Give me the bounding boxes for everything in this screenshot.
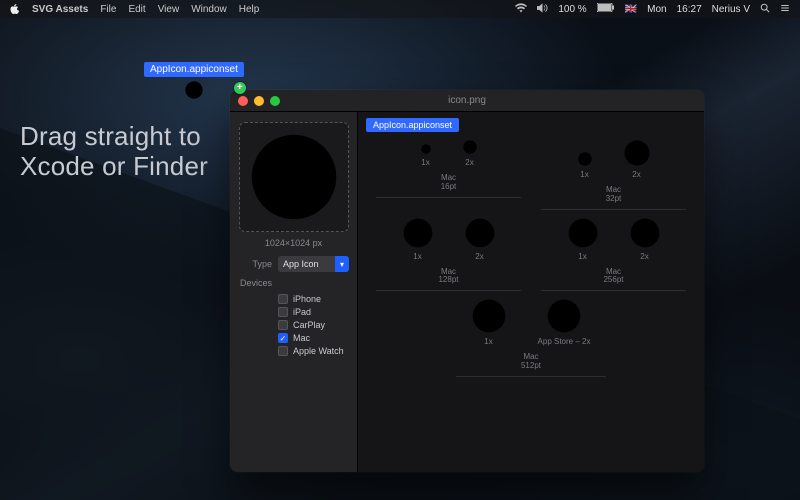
slot-mac-16-2x[interactable]: 2x [463, 140, 477, 167]
checkbox-icon[interactable] [278, 346, 288, 356]
notification-center-icon[interactable] [780, 3, 790, 16]
slot-mac-32-2x[interactable]: 2x [624, 140, 650, 179]
group-mac-512pt: Mac512pt [456, 350, 606, 377]
battery-text[interactable]: 100 % [558, 4, 586, 15]
type-select[interactable]: App Icon [278, 256, 349, 272]
device-ipad[interactable]: iPad [278, 307, 349, 317]
slot-mac-128-2x[interactable]: 2x [465, 218, 495, 261]
checkbox-icon[interactable] [278, 294, 288, 304]
marketing-headline: Drag straight to Xcode or Finder [20, 122, 208, 182]
plus-badge-icon [234, 82, 246, 94]
headline-line-2: Xcode or Finder [20, 152, 208, 182]
group-mac-32pt: Mac32pt [541, 183, 686, 210]
user-name[interactable]: Nerius V [712, 4, 750, 15]
spotlight-icon[interactable] [760, 3, 770, 16]
slot-mac-16-1x[interactable]: 1x [421, 144, 431, 167]
slot-mac-256-2x[interactable]: 2x [630, 218, 660, 261]
device-applewatch[interactable]: Apple Watch [278, 346, 349, 356]
slot-mac-512-1x[interactable]: 1x [472, 299, 506, 346]
menubar-file[interactable]: File [100, 4, 116, 15]
menubar-view[interactable]: View [158, 4, 180, 15]
clock-day[interactable]: Mon [647, 4, 666, 15]
slot-mac-128-1x[interactable]: 1x [403, 218, 433, 261]
device-list: iPhone iPad CarPlay Mac Apple Watch [278, 294, 349, 356]
inspector-sidebar: 1024×1024 px Type App Icon Devices iPhon… [230, 112, 358, 472]
drag-ghost-label: AppIcon.appiconset [144, 62, 244, 77]
traffic-lights[interactable] [238, 96, 280, 106]
checkbox-icon[interactable] [278, 333, 288, 343]
flag-icon[interactable]: 🇬🇧 [625, 4, 637, 15]
chevron-down-icon [335, 256, 349, 272]
slot-mac-32-1x[interactable]: 1x [578, 152, 592, 179]
group-mac-16pt: Mac16pt [376, 171, 521, 198]
checkbox-icon[interactable] [278, 320, 288, 330]
icon-grid: AppIcon.appiconset 1x 2x Mac16pt [358, 112, 704, 472]
app-window: icon.png 1024×1024 px Type App Icon Devi… [230, 90, 704, 472]
menubar-help[interactable]: Help [239, 4, 260, 15]
preview-size-label: 1024×1024 px [238, 238, 349, 248]
group-mac-256pt: Mac256pt [541, 265, 686, 292]
type-label: Type [238, 259, 272, 269]
menu-bar: SVG Assets File Edit View Window Help 10… [0, 0, 800, 18]
clock-time[interactable]: 16:27 [677, 4, 702, 15]
file-tab[interactable]: AppIcon.appiconset [366, 118, 459, 132]
window-title: icon.png [230, 95, 704, 106]
slot-mac-256-1x[interactable]: 1x [568, 218, 598, 261]
headline-line-1: Drag straight to [20, 122, 208, 152]
battery-icon[interactable] [597, 3, 615, 15]
minimize-icon[interactable] [254, 96, 264, 106]
device-carplay[interactable]: CarPlay [278, 320, 349, 330]
apple-menu-icon[interactable] [10, 4, 20, 14]
devices-label: Devices [238, 278, 272, 288]
menubar-window[interactable]: Window [191, 4, 227, 15]
device-iphone[interactable]: iPhone [278, 294, 349, 304]
zoom-icon[interactable] [270, 96, 280, 106]
volume-icon[interactable] [537, 3, 548, 16]
checkbox-icon[interactable] [278, 307, 288, 317]
device-mac[interactable]: Mac [278, 333, 349, 343]
slot-mac-512-appstore2x[interactable]: App Store – 2x [538, 299, 591, 346]
window-titlebar[interactable]: icon.png [230, 90, 704, 112]
icon-preview[interactable] [239, 122, 349, 232]
folder-svg-icon [250, 133, 338, 221]
menubar-app-name[interactable]: SVG Assets [32, 4, 88, 15]
menubar-edit[interactable]: Edit [128, 4, 145, 15]
drag-ghost: AppIcon.appiconset [144, 62, 244, 99]
type-value: App Icon [283, 259, 319, 269]
wifi-icon[interactable] [515, 3, 527, 16]
group-mac-128pt: Mac128pt [376, 265, 521, 292]
